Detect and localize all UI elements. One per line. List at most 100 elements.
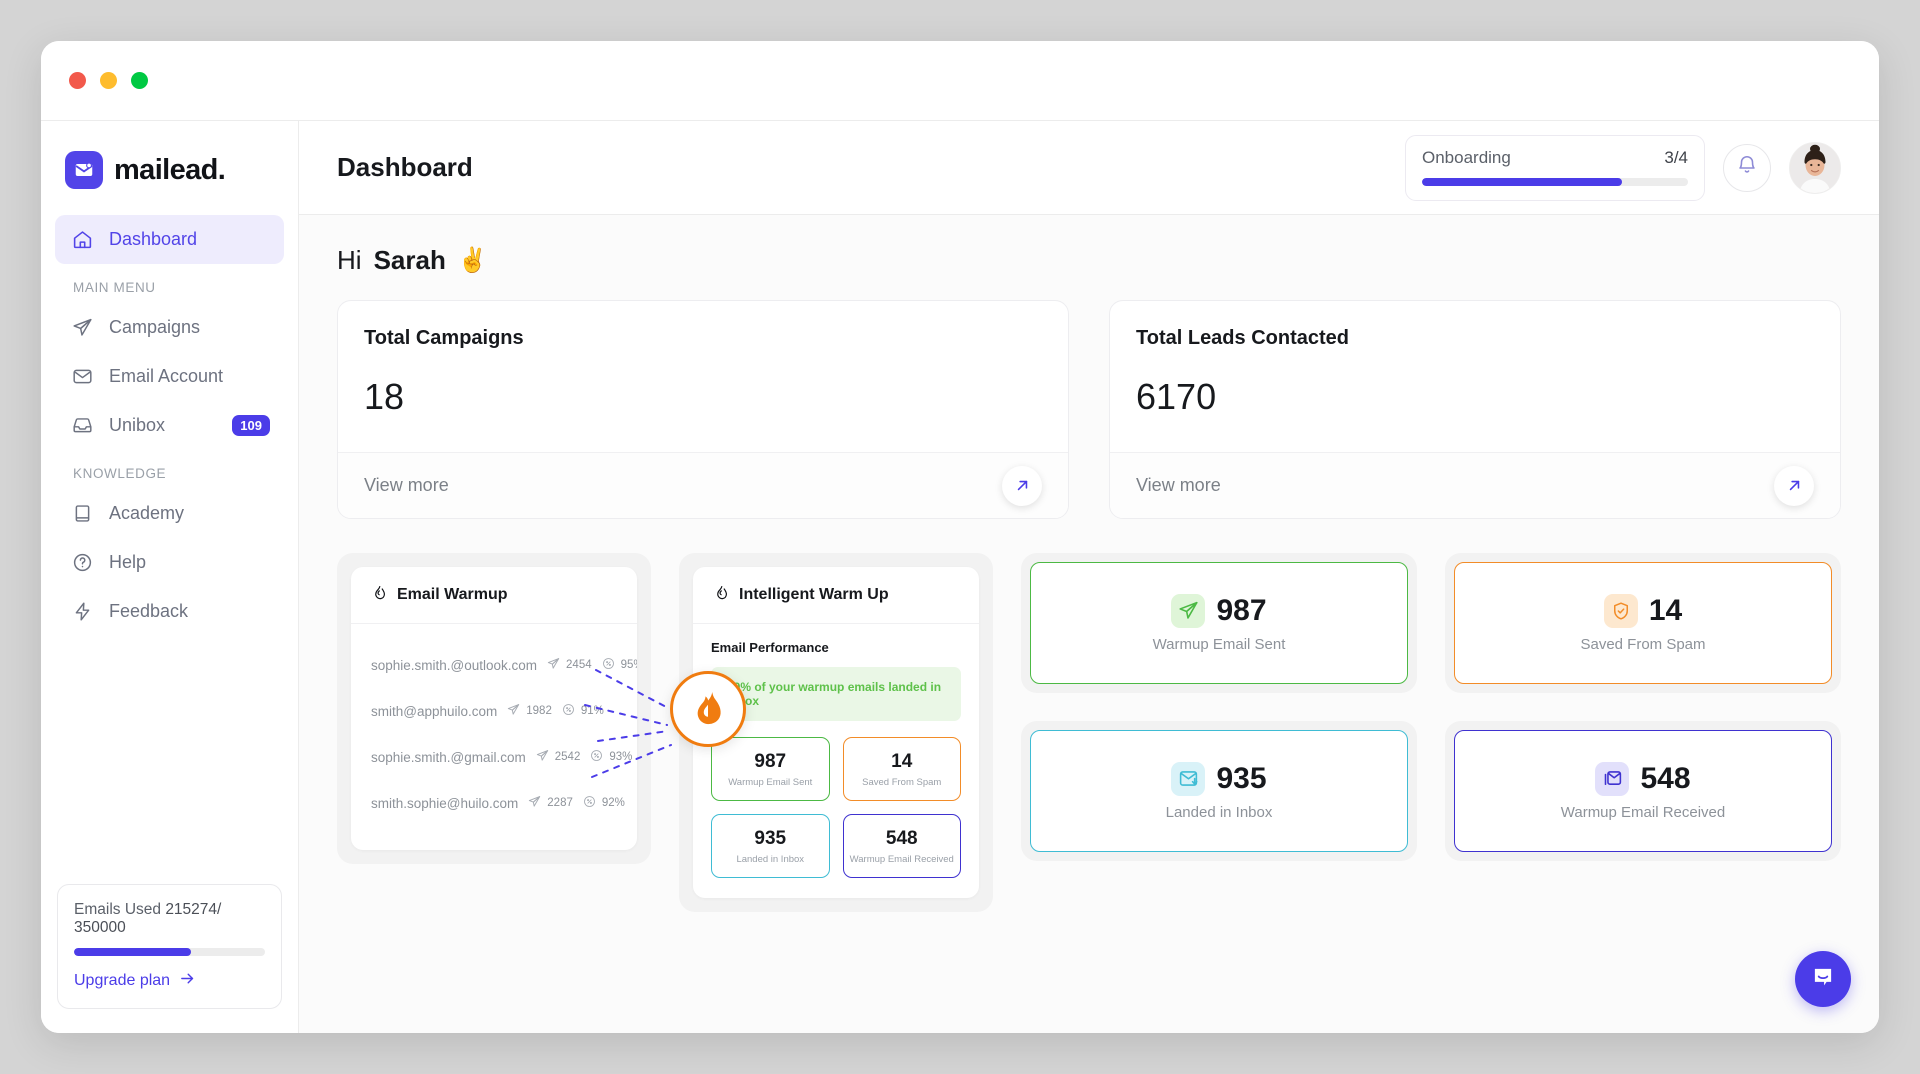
warmup-sent-metric: 2287 <box>528 795 573 811</box>
paper-plane-icon <box>536 749 549 765</box>
plan-progress-bar <box>74 948 265 956</box>
topbar: Dashboard Onboarding 3/4 <box>299 121 1879 215</box>
intelligent-warmup-title: Intelligent Warm Up <box>739 586 889 604</box>
arrow-up-right-icon[interactable] <box>1774 466 1814 506</box>
total-campaigns-card: Total Campaigns 18 View more <box>337 300 1069 519</box>
warmup-mini-tile: 14 Saved From Spam <box>843 737 962 801</box>
view-more-link[interactable]: View more <box>364 475 449 496</box>
warmup-sent-metric: 1982 <box>507 703 552 719</box>
warmup-sent-metric: 2542 <box>536 749 581 765</box>
email-warmup-title: Email Warmup <box>397 586 508 604</box>
plan-usage-text: Emails Used 215274/ 350000 <box>74 901 265 937</box>
mini-tile-value: 14 <box>850 751 955 773</box>
warmup-email-address: smith.sophie@huilo.com <box>371 796 518 811</box>
onboarding-card[interactable]: Onboarding 3/4 <box>1405 135 1705 201</box>
warmup-section: Email Warmup sophie.smith.@outlook.com24… <box>337 553 1841 912</box>
envelope-logo-icon <box>65 151 103 189</box>
paper-plane-icon <box>1171 594 1205 628</box>
mini-tile-value: 987 <box>718 751 823 773</box>
main-area: Dashboard Onboarding 3/4 <box>299 121 1879 1033</box>
metric-top: 14 <box>1604 594 1682 628</box>
card-top: Total Leads Contacted 6170 <box>1110 301 1840 452</box>
sidebar-item-label: Email Account <box>109 366 223 387</box>
card-footer: View more <box>1110 452 1840 518</box>
email-performance-body: Email Performance 99% of your warmup ema… <box>693 624 979 898</box>
warmup-mini-tile: 548Warmup Email Received <box>843 814 962 878</box>
email-warmup-list: sophie.smith.@outlook.com245495%smith@ap… <box>351 624 637 850</box>
mini-tile-label: Warmup Email Sent <box>718 777 823 788</box>
metric-label: Landed in Inbox <box>1166 804 1273 821</box>
card-footer: View more <box>338 452 1068 518</box>
sidebar-item-help[interactable]: Help <box>55 538 284 587</box>
summary-stat-row: Total Campaigns 18 View more Total L <box>337 300 1841 519</box>
app-body: mailead. Dashboard MAIN MENU Campaigns <box>41 121 1879 1033</box>
bell-icon <box>1736 154 1758 181</box>
chat-bubble-icon <box>1810 964 1836 995</box>
percent-circle-icon <box>602 657 615 673</box>
email-warmup-row: smith@apphuilo.com 1982 91% <box>371 688 617 734</box>
warmup-mini-tiles: 987 Warmup Email Sent 14 Saved From Spam 935… <box>711 737 961 878</box>
close-window-button[interactable] <box>69 72 86 89</box>
warmup-email-address: sophie.smith.@outlook.com <box>371 658 537 673</box>
mini-tile-label: Saved From Spam <box>850 777 955 788</box>
inbox-icon <box>71 414 94 437</box>
metric-value: 548 <box>1640 762 1690 796</box>
sidebar: mailead. Dashboard MAIN MENU Campaigns <box>41 121 299 1033</box>
metric-value: 14 <box>1649 594 1682 628</box>
onboarding-row: Onboarding 3/4 <box>1422 148 1688 168</box>
notifications-button[interactable] <box>1723 144 1771 192</box>
warmup-rate-metric: 95% <box>602 657 637 673</box>
card-top: Total Campaigns 18 <box>338 301 1068 452</box>
percent-circle-icon <box>590 749 603 765</box>
warmup-mini-tile: 935 Landed in Inbox <box>711 814 830 878</box>
brand-logo[interactable]: mailead. <box>41 121 298 215</box>
sidebar-item-unibox[interactable]: Unibox 109 <box>55 401 284 450</box>
plan-usage-label: Emails Used <box>74 901 161 918</box>
paper-plane-icon <box>507 703 520 719</box>
window-traffic-lights <box>69 72 148 89</box>
warmup-rate-metric: 91% <box>562 703 604 719</box>
plan-usage-card: Emails Used 215274/ 350000 Upgrade plan <box>57 884 282 1009</box>
metric-label: Warmup Email Received <box>1561 804 1726 821</box>
sidebar-item-academy[interactable]: Academy <box>55 489 284 538</box>
metric-top: 987 <box>1171 594 1266 628</box>
inbox-download-icon <box>1171 762 1205 796</box>
sidebar-section-main-menu: MAIN MENU <box>55 264 284 303</box>
chat-support-button[interactable] <box>1795 951 1851 1007</box>
sidebar-item-email-account[interactable]: Email Account <box>55 352 284 401</box>
brand-name: mailead. <box>114 154 225 187</box>
email-warmup-panel: Email Warmup sophie.smith.@outlook.com24… <box>351 567 637 850</box>
minimize-window-button[interactable] <box>100 72 117 89</box>
sidebar-item-campaigns[interactable]: Campaigns <box>55 303 284 352</box>
envelope-stack-icon <box>1595 762 1629 796</box>
lightning-icon <box>71 600 94 623</box>
mini-tile-label: Warmup Email Received <box>850 854 955 865</box>
upgrade-plan-label: Upgrade plan <box>74 972 170 990</box>
metric-label: Saved From Spam <box>1580 636 1705 653</box>
paper-plane-icon <box>547 657 560 673</box>
shield-check-icon <box>1604 594 1638 628</box>
email-warmup-panel-wrap: Email Warmup sophie.smith.@outlook.com24… <box>337 553 651 864</box>
sidebar-item-label: Unibox <box>109 415 165 436</box>
percent-circle-icon <box>583 795 596 811</box>
metric-value: 987 <box>1216 594 1266 628</box>
sidebar-item-label: Help <box>109 552 146 573</box>
window-titlebar <box>41 41 1879 121</box>
maximize-window-button[interactable] <box>131 72 148 89</box>
sidebar-item-dashboard[interactable]: Dashboard <box>55 215 284 264</box>
mini-tile-label: Landed in Inbox <box>718 854 823 865</box>
sidebar-section-knowledge: KNOWLEDGE <box>55 450 284 489</box>
email-warmup-row: smith.sophie@huilo.com228792% <box>371 780 617 826</box>
arrow-up-right-icon[interactable] <box>1002 466 1042 506</box>
view-more-link[interactable]: View more <box>1136 475 1221 496</box>
warmup-email-address: smith@apphuilo.com <box>371 704 497 719</box>
metric-card: 935Landed in Inbox <box>1030 730 1408 852</box>
greeting-prefix: Hi <box>337 245 362 276</box>
avatar[interactable] <box>1789 142 1841 194</box>
sidebar-item-label: Academy <box>109 503 184 524</box>
email-warmup-row: sophie.smith.@outlook.com245495% <box>371 642 617 688</box>
warmup-rate-metric: 93% <box>590 749 632 765</box>
upgrade-plan-link[interactable]: Upgrade plan <box>74 970 265 992</box>
mini-tile-value: 935 <box>718 828 823 850</box>
sidebar-item-feedback[interactable]: Feedback <box>55 587 284 636</box>
